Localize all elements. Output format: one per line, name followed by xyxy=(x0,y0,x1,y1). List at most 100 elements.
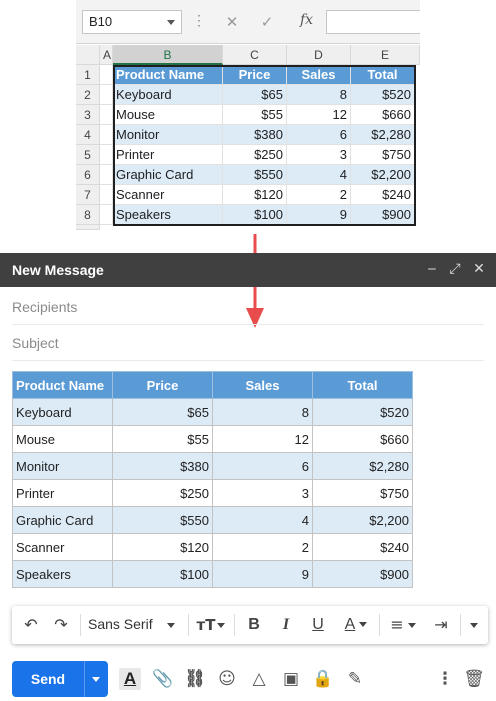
cell[interactable] xyxy=(100,85,113,105)
row-number[interactable]: 6 xyxy=(76,165,100,185)
photo-icon[interactable]: ▣ xyxy=(280,668,302,690)
align-icon[interactable]: ≡ xyxy=(387,615,419,635)
table-cell: 8 xyxy=(212,398,313,426)
minimize-icon[interactable]: ‒ xyxy=(424,260,440,278)
signature-icon[interactable]: ✎ xyxy=(344,668,366,690)
cell[interactable]: $100 xyxy=(223,205,287,225)
italic-icon[interactable]: I xyxy=(275,615,297,635)
column-header-c[interactable]: C xyxy=(223,45,287,65)
column-header-b[interactable]: B xyxy=(113,45,223,65)
indent-icon[interactable]: ⇥ xyxy=(430,615,452,635)
divider xyxy=(460,614,461,636)
name-box[interactable]: B10 xyxy=(82,10,182,34)
font-size-icon[interactable]: тT xyxy=(196,615,226,635)
bold-icon[interactable]: B xyxy=(243,615,265,635)
chevron-down-icon[interactable] xyxy=(167,20,175,25)
select-all-corner[interactable] xyxy=(76,45,100,65)
undo-icon[interactable]: ↶ xyxy=(20,615,42,635)
cell[interactable] xyxy=(100,165,113,185)
table-cell: 2 xyxy=(212,533,313,561)
cell[interactable] xyxy=(100,65,113,85)
cell[interactable]: Graphic Card xyxy=(113,165,223,185)
chevron-down-icon xyxy=(407,623,416,628)
row-number[interactable]: 8 xyxy=(76,205,100,225)
row-number[interactable]: 4 xyxy=(76,125,100,145)
divider xyxy=(80,614,81,636)
cell[interactable]: $550 xyxy=(223,165,287,185)
formatting-options-icon[interactable]: A xyxy=(119,668,141,690)
check-icon[interactable]: ✓ xyxy=(257,12,277,32)
function-icon[interactable]: fx xyxy=(300,12,313,28)
header-cell[interactable]: Total xyxy=(351,65,415,85)
column-header-e[interactable]: E xyxy=(351,45,420,65)
cell[interactable]: 2 xyxy=(287,185,351,205)
formatting-toolbar: ↶ ↷ Sans Serif тT B I U A ≡ ⇥ xyxy=(12,606,488,644)
compose-header: New Message ‒ ⤢ ✕ xyxy=(0,253,496,287)
close-icon[interactable]: ✕ xyxy=(471,260,487,278)
cell[interactable]: Printer xyxy=(113,145,223,165)
cell[interactable]: $240 xyxy=(351,185,415,205)
paperclip-icon[interactable]: 📎 xyxy=(152,668,174,690)
table-cell: $2,280 xyxy=(312,452,413,480)
header-cell[interactable]: Sales xyxy=(287,65,351,85)
cell[interactable]: 4 xyxy=(287,165,351,185)
row-number[interactable]: 3 xyxy=(76,105,100,125)
row-number[interactable]: 1 xyxy=(76,65,100,85)
more-formatting-icon[interactable] xyxy=(467,615,481,635)
expand-icon[interactable]: ⤢ xyxy=(447,260,463,278)
cell[interactable]: Keyboard xyxy=(113,85,223,105)
table-row: Keyboard $65 8 $520 xyxy=(12,398,413,426)
send-options-button[interactable] xyxy=(85,661,108,697)
cell[interactable]: $65 xyxy=(223,85,287,105)
confidential-mode-icon[interactable]: 🔒 xyxy=(312,668,334,690)
header-cell[interactable]: Price xyxy=(223,65,287,85)
send-button[interactable]: Send xyxy=(12,661,108,697)
column-header-d[interactable]: D xyxy=(287,45,351,65)
cell[interactable]: Speakers xyxy=(113,205,223,225)
cell[interactable]: Monitor xyxy=(113,125,223,145)
recipients-field[interactable]: Recipients xyxy=(12,289,484,325)
close-icon[interactable]: ✕ xyxy=(222,12,242,32)
cell[interactable]: 9 xyxy=(287,205,351,225)
cell[interactable]: $2,280 xyxy=(351,125,415,145)
cell[interactable]: $660 xyxy=(351,105,415,125)
text-color-icon[interactable]: A xyxy=(339,615,373,635)
subject-field[interactable]: Subject xyxy=(12,325,484,361)
cell[interactable] xyxy=(100,205,113,225)
cell[interactable] xyxy=(100,145,113,165)
cell[interactable]: $120 xyxy=(223,185,287,205)
column-header-a[interactable]: A xyxy=(100,45,113,65)
trash-icon[interactable]: 🗑 xyxy=(463,668,485,690)
underline-icon[interactable]: U xyxy=(307,615,329,635)
cell[interactable]: Scanner xyxy=(113,185,223,205)
cell[interactable]: 8 xyxy=(287,85,351,105)
table-cell: $100 xyxy=(112,560,213,588)
cell[interactable]: Mouse xyxy=(113,105,223,125)
cell[interactable]: $2,200 xyxy=(351,165,415,185)
header-cell[interactable]: Product Name xyxy=(113,65,223,85)
cell[interactable]: 6 xyxy=(287,125,351,145)
cell[interactable]: $900 xyxy=(351,205,415,225)
cell[interactable]: $520 xyxy=(351,85,415,105)
sheet-row: 1 Product Name Price Sales Total xyxy=(76,65,420,85)
drive-icon[interactable]: △ xyxy=(248,668,270,690)
cell[interactable] xyxy=(100,185,113,205)
table-cell: 12 xyxy=(212,425,313,453)
cell[interactable]: $55 xyxy=(223,105,287,125)
row-number[interactable]: 5 xyxy=(76,145,100,165)
font-selector[interactable]: Sans Serif xyxy=(88,616,175,632)
cell[interactable] xyxy=(100,125,113,145)
redo-icon[interactable]: ↷ xyxy=(50,615,72,635)
more-options-icon[interactable]: ⋮ xyxy=(434,668,456,690)
row-number[interactable]: 7 xyxy=(76,185,100,205)
row-number[interactable]: 2 xyxy=(76,85,100,105)
cell[interactable]: 3 xyxy=(287,145,351,165)
emoji-icon[interactable]: ☺ xyxy=(216,668,238,690)
cell[interactable]: 12 xyxy=(287,105,351,125)
cell[interactable]: $380 xyxy=(223,125,287,145)
cell[interactable]: $750 xyxy=(351,145,415,165)
cell[interactable] xyxy=(100,105,113,125)
cell[interactable]: $250 xyxy=(223,145,287,165)
link-icon[interactable]: ⛓ xyxy=(184,668,206,690)
formula-input[interactable] xyxy=(326,10,420,34)
